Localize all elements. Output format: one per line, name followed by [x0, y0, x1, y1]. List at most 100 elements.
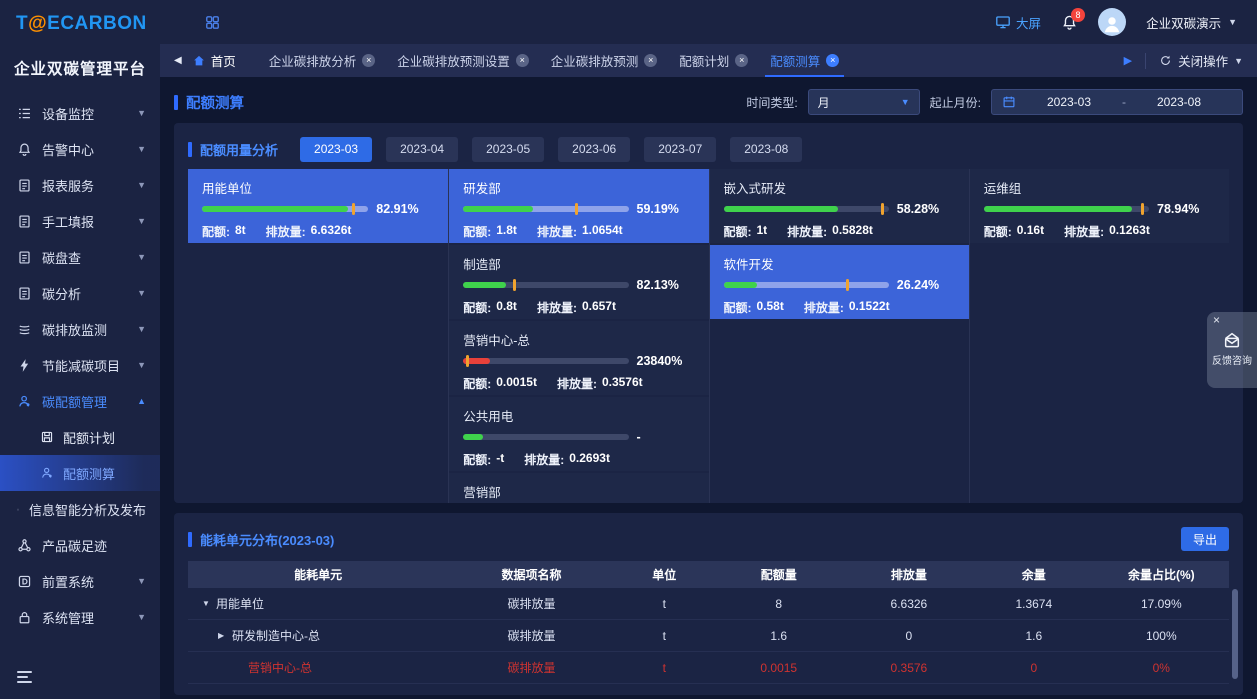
chevron-down-icon: ▼ [901, 97, 910, 107]
month-tab-2023-04[interactable]: 2023-04 [386, 137, 458, 162]
tab-0[interactable]: 企业碳排放分析× [258, 44, 387, 77]
sidebar-item-report[interactable]: 报表服务▼ [0, 167, 160, 203]
account-menu[interactable]: 企业双碳演示 ▼ [1146, 13, 1237, 32]
table-cell: 碳排放量 [448, 627, 615, 644]
close-operations-menu[interactable]: 关闭操作 ▼ [1178, 51, 1243, 70]
sidebar-item-quota[interactable]: 碳配额管理▲ [0, 383, 160, 419]
month-range-input[interactable]: 2023-03 - 2023-08 [991, 89, 1243, 115]
chevron-down-icon: ▼ [137, 324, 146, 334]
month-tab-2023-06[interactable]: 2023-06 [558, 137, 630, 162]
sidebar-item-label: 碳盘查 [42, 248, 137, 267]
apps-grid-icon[interactable] [204, 14, 221, 31]
logo: T@ECARBON [0, 0, 160, 35]
card-percent: 78.94% [1157, 202, 1215, 216]
sidebar-item-device[interactable]: 设备监控▼ [0, 95, 160, 131]
refresh-icon[interactable] [1159, 54, 1172, 67]
table-row[interactable]: ▶研发制造中心-总碳排放量t1.601.6100% [188, 620, 1229, 652]
card-percent: - [637, 430, 695, 444]
feedback-widget[interactable]: × 反馈咨询 [1207, 312, 1257, 388]
table-cell: 碳排放量 [448, 659, 615, 676]
emission-value: 0.5828t [832, 223, 873, 240]
card-bar: 59.19% [463, 202, 694, 216]
tab-1[interactable]: 企业碳排放预测设置× [386, 44, 540, 77]
sidebar: T@ECARBON 企业双碳管理平台 设备监控▼告警中心▼报表服务▼手工填报▼碳… [0, 0, 160, 699]
progress-track [984, 206, 1149, 212]
quota-card[interactable]: 用能单位82.91%配额:8t排放量:6.6326t [188, 169, 448, 243]
tree-expand-icon[interactable]: ▶ [218, 631, 232, 640]
quota-label: 配额: [463, 451, 491, 468]
sidebar-subitem-quota-plan[interactable]: 配额计划 [0, 419, 160, 455]
tabs-back-icon[interactable]: ◀ [174, 55, 182, 66]
progress-fill [724, 206, 838, 212]
quota-card[interactable]: 嵌入式研发58.28%配额:1t排放量:0.5828t [710, 169, 969, 243]
emission-label: 排放量: [1064, 223, 1104, 240]
page-title: 配额测算 [186, 92, 244, 113]
quota-card[interactable]: 公共用电-配额:-t排放量:0.2693t [449, 397, 708, 471]
sidebar-item-monitor[interactable]: 碳排放监测▼ [0, 311, 160, 347]
month-tab-2023-07[interactable]: 2023-07 [644, 137, 716, 162]
threshold-marker-icon [881, 203, 884, 215]
avatar[interactable] [1098, 8, 1126, 36]
tab-2[interactable]: 企业碳排放预测× [540, 44, 669, 77]
monitor-icon [995, 14, 1011, 30]
sidebar-item-label: 前置系统 [42, 572, 137, 591]
sidebar-item-alarm[interactable]: 告警中心▼ [0, 131, 160, 167]
table-row[interactable]: ▼用能单位碳排放量t86.63261.367417.09% [188, 588, 1229, 620]
tab-4[interactable]: 配额测算× [759, 44, 850, 77]
table-row[interactable]: 营销中心-总碳排放量t0.00150.357600% [188, 652, 1229, 684]
tab-close-icon[interactable]: × [516, 54, 529, 67]
sidebar-item-system[interactable]: 系统管理▼ [0, 599, 160, 635]
month-tab-2023-05[interactable]: 2023-05 [472, 137, 544, 162]
notifications-button[interactable]: 8 [1061, 14, 1078, 31]
sidebar-collapse-icon[interactable] [17, 671, 37, 687]
quota-value: 0.0015t [496, 375, 537, 392]
tab-3[interactable]: 配额计划× [668, 44, 759, 77]
quota-card[interactable]: 制造部82.13%配额:0.8t排放量:0.657t [449, 245, 708, 319]
month-tab-2023-03[interactable]: 2023-03 [300, 137, 372, 162]
cards-column-3: 运维组78.94%配额:0.16t排放量:0.1263t [969, 169, 1229, 503]
progress-track [463, 206, 628, 212]
progress-track [463, 434, 628, 440]
chevron-up-icon: ▲ [137, 396, 146, 406]
table-scrollbar[interactable] [1232, 589, 1238, 679]
quota-card[interactable]: 运维组78.94%配额:0.16t排放量:0.1263t [970, 169, 1229, 243]
sidebar-item-analysis[interactable]: 碳分析▼ [0, 275, 160, 311]
card-name: 软件开发 [724, 254, 955, 271]
info-publish-icon [17, 502, 19, 517]
tab-close-icon[interactable]: × [644, 54, 657, 67]
month-tab-2023-08[interactable]: 2023-08 [730, 137, 802, 162]
sidebar-item-info[interactable]: 信息智能分析及发布 [0, 491, 160, 527]
tab-close-icon[interactable]: × [735, 54, 748, 67]
tab-close-icon[interactable]: × [826, 54, 839, 67]
chevron-down-icon: ▼ [137, 612, 146, 622]
range-start-value: 2023-03 [1016, 95, 1122, 109]
quota-card[interactable]: 营销中心-总23840%配额:0.0015t排放量:0.3576t [449, 321, 708, 395]
sidebar-subitem-quota-calc[interactable]: 配额测算 [0, 455, 160, 491]
export-button[interactable]: 导出 [1181, 527, 1229, 551]
unit-name: 用能单位 [216, 595, 264, 612]
play-icon[interactable]: ▶ [1124, 54, 1132, 67]
sidebar-item-footprint[interactable]: 产品碳足迹 [0, 527, 160, 563]
table-cell: 碳排放量 [448, 595, 615, 612]
close-icon[interactable]: × [1213, 313, 1220, 327]
sidebar-item-energy[interactable]: 节能减碳项目▼ [0, 347, 160, 383]
range-label: 起止月份: [930, 94, 981, 111]
threshold-marker-icon [1141, 203, 1144, 215]
sidebar-item-front[interactable]: 前置系统▼ [0, 563, 160, 599]
card-name: 营销部 [463, 482, 694, 499]
sidebar-item-manual[interactable]: 手工填报▼ [0, 203, 160, 239]
tab-close-icon[interactable]: × [362, 54, 375, 67]
quota-card[interactable]: 软件开发26.24%配额:0.58t排放量:0.1522t [710, 245, 969, 319]
card-bar: 23840% [463, 354, 694, 368]
quota-card[interactable]: 营销部110.27%配额:排放量: [449, 473, 708, 503]
quota-card[interactable]: 研发部59.19%配额:1.8t排放量:1.0654t [449, 169, 708, 243]
sidebar-subitem-label: 配额测算 [63, 464, 115, 483]
tree-collapse-icon[interactable]: ▼ [202, 599, 216, 608]
table-header-cell: 余量占比(%) [1094, 566, 1229, 583]
sidebar-item-audit[interactable]: 碳盘查▼ [0, 239, 160, 275]
tab-home[interactable]: 首页 [192, 44, 236, 77]
time-type-select[interactable]: 月 ▼ [808, 89, 920, 115]
progress-fill [463, 282, 506, 288]
big-screen-button[interactable]: 大屏 [995, 13, 1041, 32]
chevron-down-icon: ▼ [137, 108, 146, 118]
